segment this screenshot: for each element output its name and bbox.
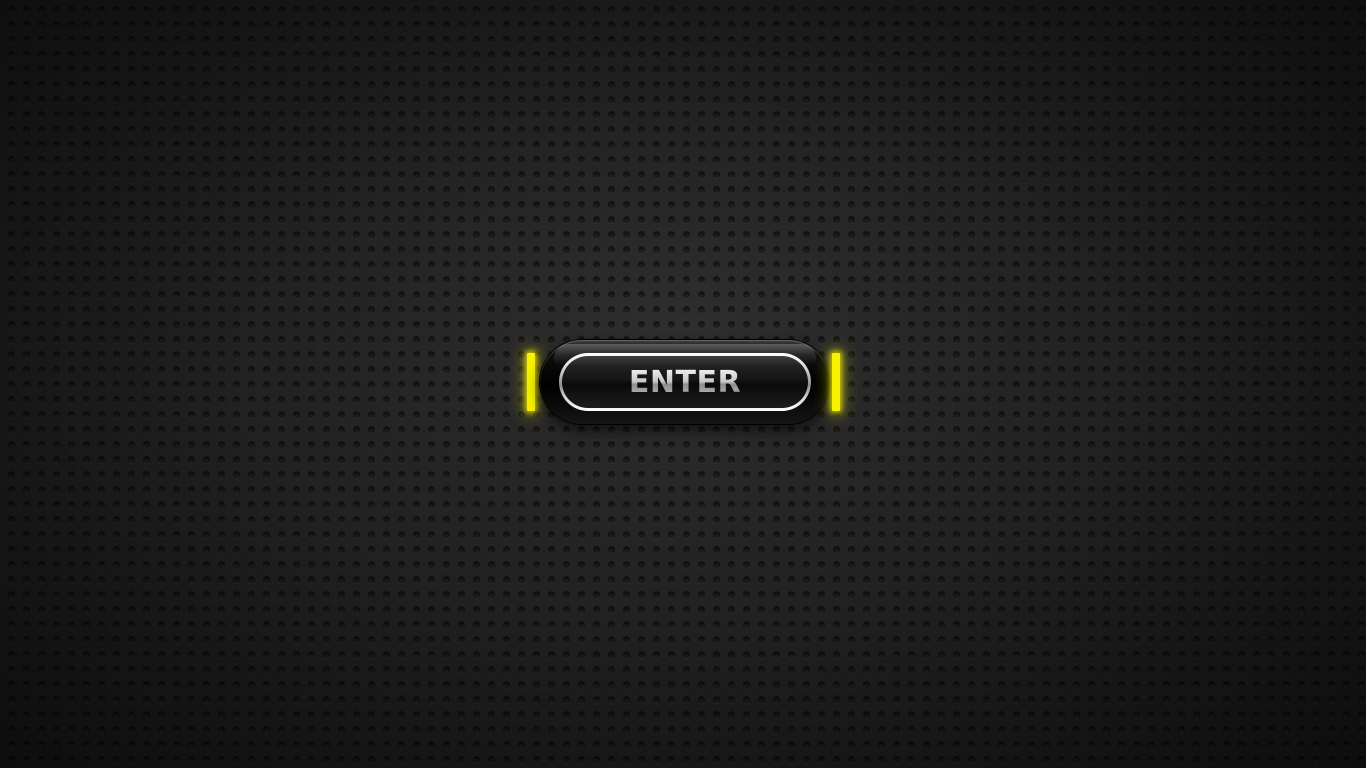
left-glow-indicator	[527, 353, 535, 411]
right-glow-indicator	[832, 353, 840, 411]
enter-button-label: ENTER	[628, 364, 742, 400]
enter-button-face[interactable]: ENTER	[562, 356, 808, 408]
enter-button[interactable]: ENTER	[540, 340, 830, 424]
background-panel: ENTER	[0, 0, 1366, 768]
enter-button-ring[interactable]: ENTER	[559, 353, 811, 411]
